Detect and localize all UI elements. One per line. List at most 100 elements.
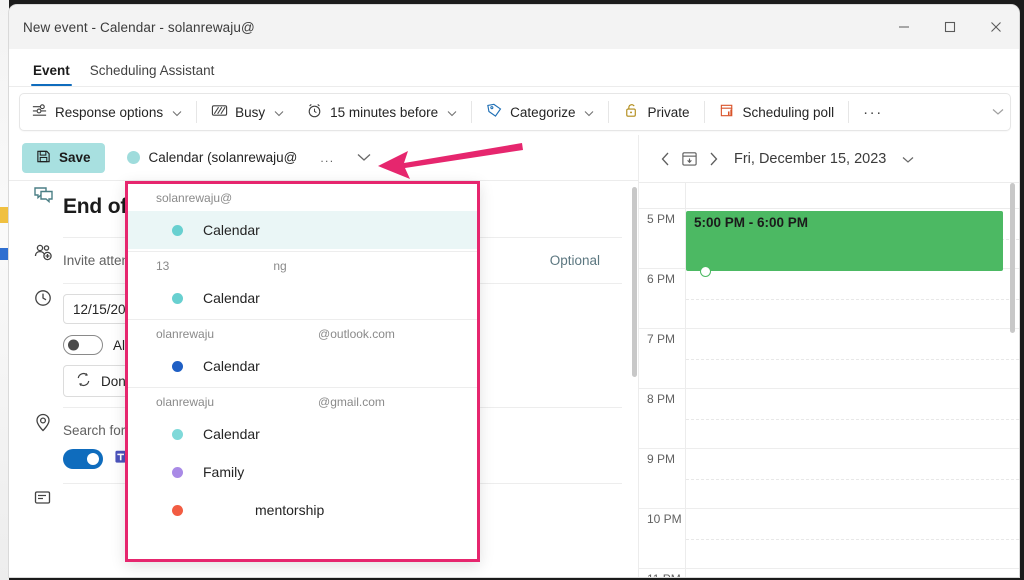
calendar-selector-caret[interactable] [357,150,371,165]
calendar-scrollbar-thumb[interactable] [1010,183,1015,333]
title-chat-icon [25,181,63,207]
chevron-down-icon[interactable] [172,105,182,120]
location-pin-icon [25,408,63,434]
optional-attendees-link[interactable]: Optional [550,253,622,268]
toolbar-busy-label: Busy [235,105,265,120]
chevron-down-icon[interactable] [584,105,594,120]
form-scrollbar-thumb[interactable] [632,187,637,377]
calendar-selector-label: Calendar (solanrewaju@ [149,150,298,165]
maximize-button[interactable] [927,5,973,49]
description-icon [25,484,63,510]
dropdown-item-mentorship[interactable]: mentorship [128,491,477,529]
dropdown-item-label: Calendar [203,426,260,442]
calendar-hour-label: 9 PM [639,449,686,508]
calendar-hour-slot[interactable] [686,269,1019,328]
tab-scheduling-assistant[interactable]: Scheduling Assistant [80,63,225,86]
calendar-hour-slot[interactable] [686,509,1019,568]
dropdown-item-label: Family [203,464,244,480]
minimize-button[interactable] [881,5,927,49]
command-toolbar: Response options B [19,93,1011,131]
bg-chip-yellow [0,207,9,223]
calendar-color-dot [172,429,183,440]
form-scrollbar[interactable] [631,181,638,577]
calendar-hour-slot[interactable] [686,329,1019,388]
toolbar-busy[interactable]: Busy [202,97,293,127]
calendar-color-dot [172,293,183,304]
lock-icon [623,102,640,122]
dropdown-item-calendar[interactable]: Calendar [128,279,477,317]
toolbar-separator [704,101,705,123]
clock-icon [25,284,63,310]
response-options-icon [31,102,48,122]
calendar-hour-slot[interactable] [686,569,1019,577]
today-calendar-icon[interactable] [681,150,698,167]
chevron-down-icon[interactable] [992,103,1004,121]
dropdown-group-header-right: @outlook.com [318,327,395,341]
save-disk-icon [36,149,51,167]
calendar-color-dot [172,467,183,478]
calendar-hour-label: 10 PM [639,509,686,568]
calendar-nav [661,150,718,167]
calendar-hour-row[interactable]: 6 PM [639,269,1019,329]
dropdown-group-header-right: ng [273,259,286,273]
calendar-selector[interactable]: Calendar (solanrewaju@ ... [127,150,371,165]
calendar-hour-slot[interactable] [686,389,1019,448]
chevron-down-icon[interactable] [447,105,457,120]
dropdown-item-family[interactable]: Family [128,453,477,491]
invite-attendees-input[interactable]: Invite atten [63,253,129,268]
close-button[interactable] [973,5,1019,49]
calendar-time-grid: 5 PM 6 PM 7 PM 8 PM [639,209,1019,577]
dropdown-item-label: Calendar [203,358,260,374]
allday-gutter [639,183,686,208]
dropdown-group-header-left: olanrewaju [156,327,214,341]
calendar-chooser-dropdown[interactable]: solanrewaju@ Calendar 13 ng Calendar ola… [125,181,480,562]
calendar-hour-row[interactable]: 10 PM [639,509,1019,569]
toolbar-scheduling-poll[interactable]: Scheduling poll [710,97,844,127]
tab-event[interactable]: Event [23,63,80,86]
toolbar-private[interactable]: Private [614,97,698,127]
save-button-label: Save [59,150,91,165]
teams-meeting-toggle[interactable] [63,449,103,469]
calendar-hour-label: 8 PM [639,389,686,448]
dropdown-group-header: 13 ng [128,252,477,279]
dropdown-item-calendar[interactable]: Calendar [128,211,477,249]
calendar-hour-label: 7 PM [639,329,686,388]
window-controls [881,5,1019,49]
dropdown-item-label: Calendar [203,222,260,238]
toolbar-overflow-button[interactable]: ··· [854,97,892,127]
toolbar-response-options-label: Response options [55,105,163,120]
toolbar-separator [608,101,609,123]
calendar-date-label: Fri, December 15, 2023 [734,151,886,167]
calendar-hour-slot[interactable] [686,449,1019,508]
toolbar-wrap: Response options B [9,87,1019,135]
calendar-hour-row[interactable]: 8 PM [639,389,1019,449]
dropdown-item-calendar[interactable]: Calendar [128,415,477,453]
calendar-date-caret-icon[interactable] [902,151,914,167]
calendar-hour-row[interactable]: 11 PM [639,569,1019,577]
tag-icon [486,102,503,122]
toolbar-reminder[interactable]: 15 minutes before [297,97,466,127]
calendar-scrollbar[interactable] [1010,183,1017,513]
scheduling-poll-icon [719,102,736,122]
repeat-button-label: Don [101,374,126,389]
toolbar-scheduling-poll-label: Scheduling poll [743,105,835,120]
calendar-selector-overflow: ... [320,151,334,165]
chevron-down-icon[interactable] [274,105,284,120]
toolbar-separator [848,101,849,123]
calendar-event-resize-handle[interactable] [700,266,711,277]
all-day-toggle[interactable] [63,335,103,355]
toolbar-response-options[interactable]: Response options [22,97,191,127]
save-button[interactable]: Save [22,143,105,173]
calendar-allday-strip [639,182,1019,209]
dropdown-item-calendar[interactable]: Calendar [128,347,477,385]
chevron-right-icon[interactable] [709,152,718,166]
toolbar-categorize[interactable]: Categorize [477,97,603,127]
chevron-left-icon[interactable] [661,152,670,166]
calendar-event-block[interactable]: 5:00 PM - 6:00 PM [686,211,1003,271]
calendar-hour-row[interactable]: 9 PM [639,449,1019,509]
calendar-hour-label: 11 PM [639,569,686,577]
calendar-hour-row[interactable]: 7 PM [639,329,1019,389]
dropdown-item-label: Calendar [203,290,260,306]
dropdown-group-header-left: olanrewaju [156,395,214,409]
calendar-event-time-label: 5:00 PM - 6:00 PM [694,215,808,230]
